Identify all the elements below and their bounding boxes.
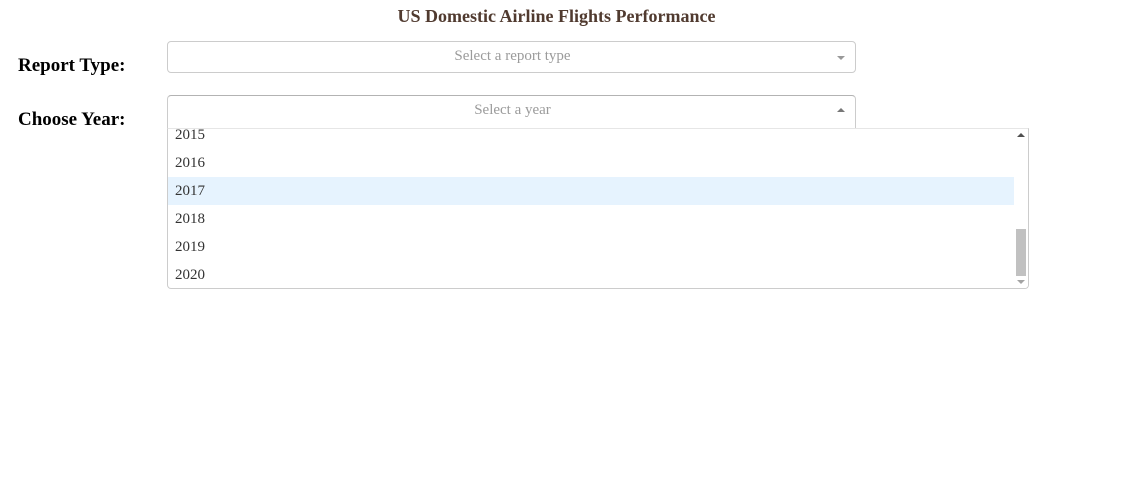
year-option-2019[interactable]: 2019 [168,233,1015,261]
year-placeholder: Select a year [474,102,551,118]
chevron-up-icon[interactable] [837,108,845,112]
chevron-down-icon[interactable] [837,56,845,60]
year-option-2016[interactable]: 2016 [168,149,1015,177]
report-type-label: Report Type: [18,55,126,76]
scroll-down-arrow-icon[interactable] [1017,280,1025,284]
scrollbar-thumb[interactable] [1016,229,1026,276]
menu-scrollbar[interactable] [1014,129,1028,288]
page-title: US Domestic Airline Flights Performance [397,6,716,26]
year-option-2017[interactable]: 2017 [168,177,1015,205]
scroll-up-arrow-icon[interactable] [1017,133,1025,137]
year-option-2020[interactable]: 2020 [168,261,1015,288]
year-dropdown[interactable]: Select a year [167,95,856,129]
choose-year-label: Choose Year: [18,109,126,130]
page: US Domestic Airline Flights Performance … [0,0,1145,492]
report-type-placeholder: Select a report type [454,48,571,64]
year-option-2015[interactable]: 2015 [168,129,1015,149]
report-type-dropdown[interactable]: Select a report type [167,41,856,73]
year-dropdown-menu[interactable]: 2015 2016 2017 2018 2019 2020 [167,128,1029,289]
year-option-2018[interactable]: 2018 [168,205,1015,233]
